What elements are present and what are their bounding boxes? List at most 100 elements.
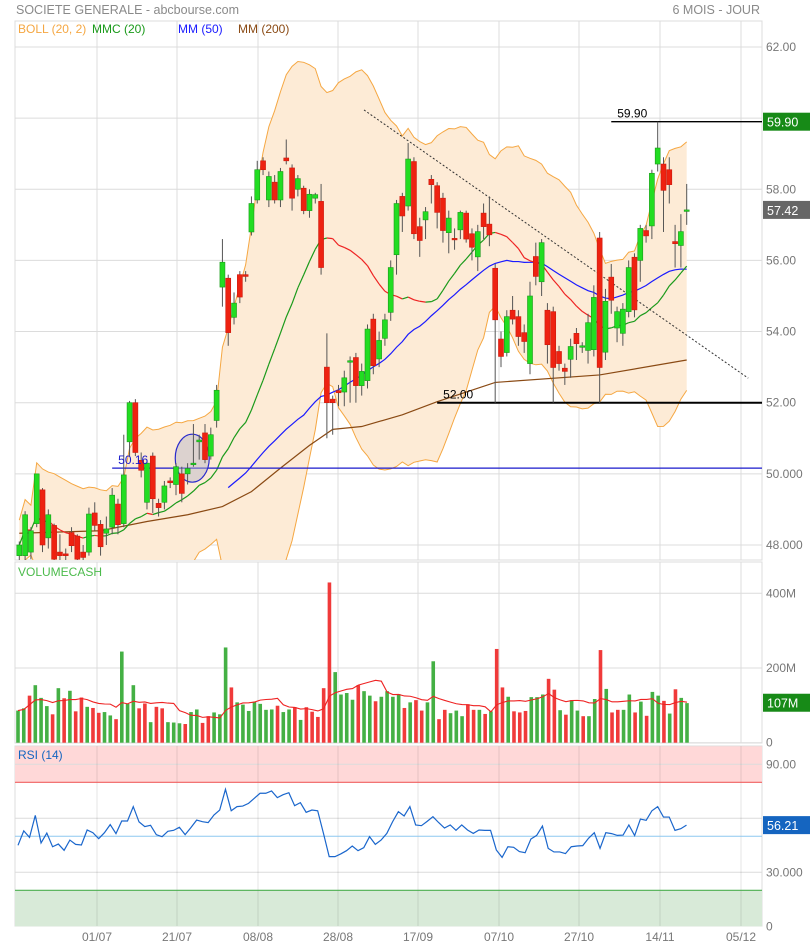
- volume-tick-label: 0: [766, 736, 773, 750]
- price-panel: 62.0060.0058.0056.0054.0052.0050.00048.0…: [14, 20, 810, 561]
- volume-bar-down: [275, 705, 280, 743]
- candle-body-up: [457, 212, 464, 231]
- volume-bar-up: [350, 699, 355, 743]
- volume-bar-up: [454, 710, 459, 743]
- candle-body-down: [115, 503, 121, 526]
- candle-body-down: [300, 187, 307, 211]
- candle-body-down: [521, 332, 528, 342]
- candle: [364, 324, 371, 389]
- volume-bar-up: [592, 699, 597, 743]
- volume-bar-up: [667, 713, 672, 743]
- price-tag-high: 59.90: [767, 116, 798, 130]
- candle-body-up: [405, 158, 411, 207]
- candle-body-up: [22, 514, 28, 556]
- volume-bar-up: [535, 697, 539, 743]
- volume-bar-up: [241, 704, 245, 743]
- volume-bar-down: [62, 698, 66, 743]
- candle-body-down: [289, 167, 295, 199]
- volume-tick-label: 400M: [766, 586, 796, 600]
- candle-body-up: [190, 462, 197, 465]
- date-tick-label: 28/08: [323, 930, 353, 944]
- volume-bar-up: [177, 723, 182, 743]
- volume-bar-up: [604, 688, 609, 743]
- volume-bar-down: [206, 716, 211, 743]
- candle-body-up: [602, 301, 609, 353]
- candle-body-down: [492, 267, 498, 321]
- candle-body-up: [219, 261, 226, 288]
- volume-bar-down: [356, 685, 361, 743]
- date-tick-label: 08/08: [243, 930, 273, 944]
- candle-body-down: [335, 390, 342, 394]
- volume-bar-down: [673, 689, 678, 743]
- candle-body-up: [213, 389, 220, 421]
- candle: [463, 210, 469, 243]
- oversold-zone: [15, 890, 762, 927]
- candle-body-down: [544, 309, 551, 346]
- volume-tag: 107M: [767, 697, 798, 711]
- volume-bar-down: [304, 707, 309, 743]
- candle: [39, 488, 46, 553]
- volume-bar-down: [73, 711, 78, 743]
- date-tick-label: 05/12: [726, 930, 756, 944]
- candle-body-down: [97, 524, 104, 548]
- candle: [631, 253, 638, 318]
- volume-bar-down: [414, 700, 418, 743]
- volume-bar-up: [269, 709, 274, 743]
- volume-bar-up: [281, 712, 286, 743]
- volume-bar-up: [33, 685, 38, 743]
- volume-bar-up: [287, 709, 291, 743]
- volume-bar-down: [610, 712, 614, 743]
- candle: [132, 399, 139, 457]
- rsi-tag: 56.21: [767, 819, 798, 833]
- volume-bar-up: [252, 701, 257, 743]
- candle-body-up: [312, 194, 319, 199]
- price-tick-label: 54.00: [766, 325, 796, 339]
- volume-bar-down: [327, 582, 332, 743]
- volume-bar-down: [466, 704, 470, 743]
- volume-bar-up: [685, 703, 689, 743]
- candle-body-down: [242, 274, 249, 277]
- period-label[interactable]: 6 MOIS - JOUR: [672, 3, 760, 17]
- volume-bar-up: [587, 716, 591, 743]
- volume-bar-up: [489, 711, 493, 743]
- volume-bar-down: [160, 708, 164, 743]
- candle-body-down: [74, 535, 81, 560]
- candle-body-up: [376, 340, 382, 360]
- candle-body-down: [660, 163, 667, 191]
- candle-body-down: [62, 553, 69, 556]
- candle-body-up: [579, 345, 586, 348]
- volume-bar-up: [679, 697, 684, 743]
- price-tick-label: 48.000: [766, 538, 803, 552]
- volume-bar-down: [373, 701, 378, 743]
- volume-bar-up: [39, 697, 43, 743]
- volume-bar-down: [419, 710, 424, 743]
- volume-bar-up: [529, 697, 534, 743]
- candle-body-up: [620, 308, 626, 334]
- candle: [51, 523, 57, 560]
- candle-body-down: [434, 185, 440, 213]
- candle-body-down: [260, 160, 266, 171]
- price-tick-label: 56.00: [766, 253, 796, 267]
- volume-bar-up: [102, 712, 107, 743]
- volume-bar-down: [615, 709, 620, 743]
- volume-bar-up: [575, 710, 580, 743]
- volume-bar-up: [627, 694, 632, 743]
- volume-bar-up: [477, 709, 482, 743]
- volume-bar-down: [662, 700, 666, 743]
- candle: [300, 185, 307, 215]
- volume-bar-down: [154, 706, 159, 743]
- candle-body-up: [649, 172, 655, 227]
- resistance-label: 59.90: [617, 107, 647, 121]
- volume-bar-up: [339, 694, 343, 743]
- candle-body-down: [440, 197, 446, 231]
- candle-body-down: [51, 525, 57, 560]
- volume-bar-up: [56, 688, 61, 743]
- volume-bar-down: [114, 719, 118, 743]
- candle-body-down: [486, 223, 493, 236]
- candle-body-up: [173, 466, 179, 485]
- chart-title: SOCIETE GENERALE - abcbourse.com: [16, 3, 239, 17]
- volume-tick-label: 200M: [766, 661, 796, 675]
- candle-body-down: [318, 201, 324, 268]
- volume-bar-up: [189, 712, 193, 743]
- volume-bar-up: [171, 722, 176, 743]
